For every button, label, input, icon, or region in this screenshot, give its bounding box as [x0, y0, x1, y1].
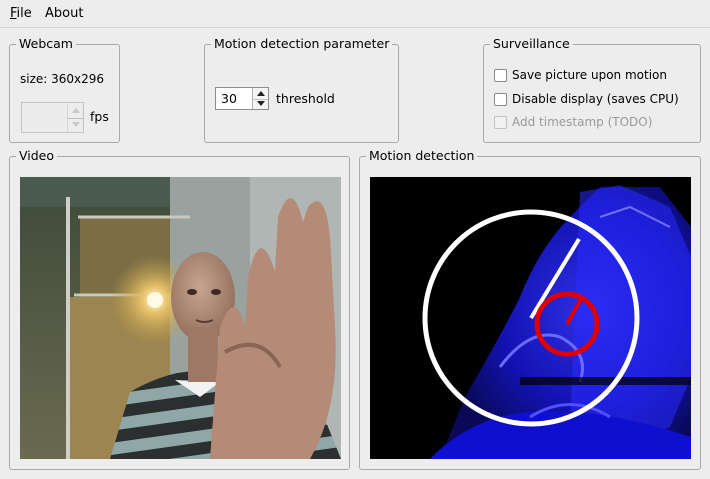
- webcam-size-label: size: 360x296: [20, 72, 105, 86]
- webcam-group: Webcam size: 360x296 fps: [9, 36, 120, 143]
- save-picture-label[interactable]: Save picture upon motion: [512, 68, 667, 82]
- menu-bar: File About: [0, 0, 710, 28]
- save-picture-checkbox[interactable]: [494, 69, 507, 82]
- fps-spinbox[interactable]: [21, 102, 84, 133]
- disable-display-checkbox[interactable]: [494, 93, 507, 106]
- threshold-label: threshold: [276, 91, 335, 106]
- threshold-down-button[interactable]: [253, 99, 268, 110]
- surveillance-group: Surveillance Save picture upon motion Di…: [483, 36, 701, 143]
- add-timestamp-label[interactable]: Add timestamp (TODO): [512, 115, 652, 129]
- video-title: Video: [16, 148, 58, 164]
- webcam-image: [20, 177, 341, 459]
- fps-spin-buttons: [67, 103, 83, 132]
- threshold-spinbox[interactable]: 30: [215, 87, 269, 110]
- threshold-value: 30: [221, 91, 237, 106]
- chevron-down-icon: [71, 122, 80, 128]
- fps-down-button[interactable]: [68, 118, 83, 133]
- webcam-group-title: Webcam: [16, 36, 76, 52]
- motion-parameter-group: Motion detection parameter 30 threshold: [204, 36, 399, 143]
- motion-detection-group: Motion detection: [359, 148, 701, 470]
- chevron-up-icon: [71, 107, 80, 113]
- surveillance-title: Surveillance: [490, 36, 573, 52]
- disable-display-label[interactable]: Disable display (saves CPU): [512, 92, 679, 106]
- add-timestamp-checkbox[interactable]: [494, 116, 507, 129]
- fps-up-button[interactable]: [68, 103, 83, 119]
- motion-detection-title: Motion detection: [366, 148, 478, 164]
- chevron-down-icon: [256, 101, 265, 107]
- webcam-video-frame: [20, 177, 341, 459]
- menu-about[interactable]: About: [45, 6, 83, 21]
- chevron-up-icon: [256, 90, 265, 96]
- menu-file-label-rest: ile: [16, 6, 32, 21]
- motion-parameter-title: Motion detection parameter: [211, 36, 393, 52]
- fps-unit-label: fps: [90, 109, 109, 124]
- menu-about-label: About: [45, 6, 84, 21]
- motion-detection-frame: [370, 177, 691, 459]
- threshold-spin-buttons: [252, 88, 268, 109]
- video-group: Video: [9, 148, 350, 470]
- motion-image: [370, 177, 691, 459]
- menu-file[interactable]: File: [10, 6, 32, 21]
